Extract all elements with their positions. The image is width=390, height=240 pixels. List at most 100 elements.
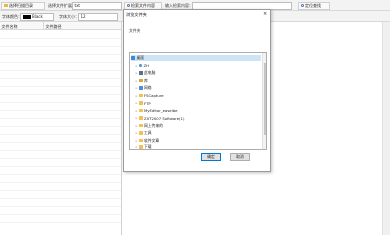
folder-icon [3, 3, 8, 8]
locate-icon [300, 3, 304, 8]
tree-item-folder[interactable]: > 工具 [135, 130, 152, 136]
tree-item-this-pc[interactable]: > 此电脑 [135, 70, 155, 76]
select-directory-button[interactable]: 选择扫描目录 [1, 1, 45, 10]
tree-item-folder[interactable]: > MyEditor_easelbe [135, 108, 177, 114]
user-icon [138, 63, 142, 68]
list-row-divider [0, 158, 121, 159]
tree-item-label: FTP [144, 100, 151, 106]
expand-icon[interactable]: > [135, 79, 138, 83]
folder-icon [138, 131, 143, 135]
list-row-divider [0, 94, 121, 95]
list-row-divider [0, 38, 121, 39]
tree-item-label: 网络 [144, 85, 152, 90]
list-row-divider [0, 118, 121, 119]
tree-item-folder[interactable]: > FSCapture [135, 93, 164, 99]
folder-icon [138, 145, 143, 149]
folder-icon [138, 93, 143, 98]
text-color-label: 字体颜色： [2, 14, 22, 19]
tree-item-label: 软件文章 [144, 137, 160, 143]
list-row-divider [0, 102, 121, 103]
cancel-button[interactable]: 取消 [230, 153, 250, 161]
browse-folder-dialog: 浏览文件夹 × 文件夹 桌面 > ZH > 此电脑 > 库 > 网络 > FSC… [123, 9, 271, 172]
tree-item-libraries[interactable]: > 库 [135, 78, 148, 84]
search-icon [126, 3, 130, 8]
expand-icon[interactable]: > [135, 139, 138, 143]
ok-button[interactable]: 确定 [201, 153, 221, 161]
tree-item-folder[interactable]: > FTP [135, 100, 151, 106]
list-row-divider [0, 110, 121, 111]
list-row-divider [0, 198, 121, 199]
tree-item-network[interactable]: > 网络 [135, 85, 152, 91]
list-row-divider [0, 134, 121, 135]
tree-item-label: MyEditor_easelbe [144, 108, 178, 113]
list-row-divider [0, 222, 121, 223]
locate-label: 定位查找 [305, 2, 321, 8]
tree-item-label: ZH [143, 63, 149, 68]
tree-item-user[interactable]: > ZH [135, 63, 149, 69]
tree-item-label: 库 [144, 77, 148, 83]
tree-item-folder[interactable]: > 网上传来的 [135, 123, 163, 129]
computer-icon [138, 71, 143, 75]
list-row-divider [0, 70, 121, 71]
folder-icon [138, 116, 143, 120]
list-row-divider [0, 214, 121, 215]
text-color-select[interactable]: Black [20, 12, 54, 21]
select-directory-label: 选择扫描目录 [9, 2, 33, 8]
tree-item-label: 桌面 [136, 55, 145, 60]
desktop-icon [131, 56, 135, 60]
folder-icon [138, 101, 143, 105]
dialog-title: 浏览文件夹 [126, 12, 147, 17]
close-icon[interactable]: × [263, 11, 267, 17]
tree-item-folder[interactable]: > 软件文章 [135, 138, 159, 144]
expand-icon[interactable]: > [135, 71, 138, 75]
expand-icon[interactable]: > [135, 64, 138, 68]
locate-button[interactable]: 定位查找 [298, 1, 330, 10]
tree-item-desktop[interactable]: 桌面 [131, 55, 261, 61]
font-size-select[interactable]: 12 [78, 12, 118, 21]
list-row-divider [0, 166, 121, 167]
color-swatch [22, 14, 31, 19]
expand-icon[interactable]: > [135, 145, 138, 149]
folder-icon [138, 123, 143, 128]
column-header-path[interactable]: 文件路径 [44, 22, 122, 30]
list-row-divider [0, 126, 121, 127]
expand-icon[interactable]: > [135, 101, 138, 105]
tree-item-folder[interactable]: > 下载 [135, 144, 152, 149]
expand-icon[interactable]: > [135, 86, 138, 90]
file-list[interactable]: 文件名称 文件路径 [0, 22, 122, 235]
tree-item-label: 下载 [144, 144, 152, 149]
file-type-select[interactable]: txt [72, 1, 122, 10]
list-row-divider [0, 142, 121, 143]
tree-item-label: FSCapture [144, 93, 164, 98]
expand-icon[interactable]: > [135, 131, 138, 135]
tree-item-folder[interactable]: > ZXT2007 Software(1) [135, 115, 184, 121]
list-row-divider [0, 54, 121, 55]
tree-item-label: ZXT2007 Software(1) [144, 115, 185, 121]
list-row-divider [0, 62, 121, 63]
expand-icon[interactable]: > [135, 94, 138, 98]
expand-icon[interactable]: > [135, 116, 138, 120]
list-row-divider [0, 190, 121, 191]
list-row-divider [0, 182, 121, 183]
font-size-label: 字体大小： [59, 14, 79, 19]
search-content-label: 检索文件内容 [131, 2, 155, 8]
folder-tree[interactable]: 桌面 > ZH > 此电脑 > 库 > 网络 > FSCapture > FTP… [129, 52, 267, 150]
content-scrollbar[interactable] [382, 22, 390, 235]
list-row-divider [0, 206, 121, 207]
tree-item-label: 此电脑 [144, 70, 156, 75]
font-size-value: 12 [80, 14, 86, 19]
expand-icon[interactable]: > [135, 109, 138, 113]
text-color-name: Black [32, 14, 43, 19]
tree-scrollbar[interactable] [262, 53, 266, 149]
library-icon [138, 78, 143, 83]
tree-item-label: 网上传来的 [144, 122, 163, 128]
tree-item-label: 工具 [144, 130, 152, 135]
file-type-value: txt [74, 3, 81, 8]
network-icon [138, 86, 143, 90]
tree-scrollbar-thumb[interactable] [263, 63, 266, 135]
list-row-divider [0, 86, 121, 87]
list-row-divider [0, 150, 121, 151]
expand-icon[interactable]: > [135, 124, 138, 128]
list-row-divider [0, 78, 121, 79]
column-header-name[interactable]: 文件名称 [0, 22, 44, 30]
